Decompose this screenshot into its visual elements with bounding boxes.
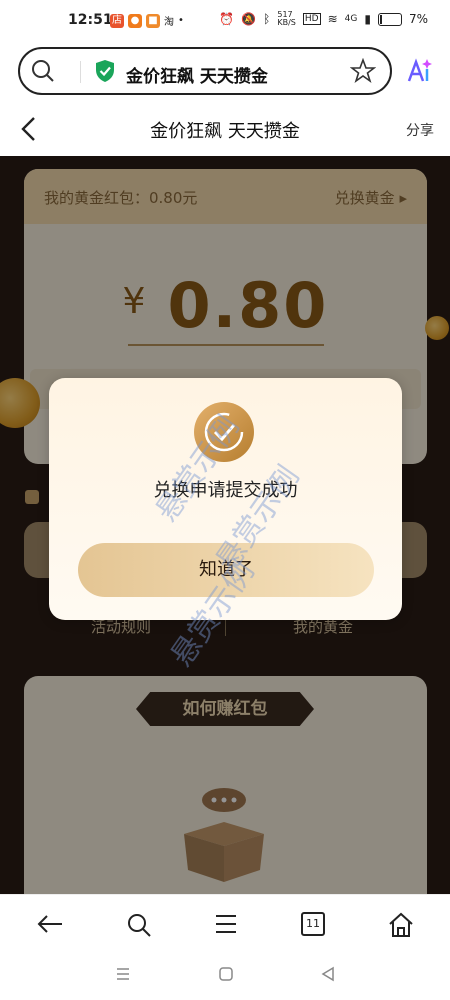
secure-shield-icon	[96, 60, 114, 82]
home-icon[interactable]	[387, 911, 415, 939]
status-app-icons: 店 ● ■ 淘 •	[110, 13, 184, 28]
recent-apps-icon[interactable]	[115, 966, 131, 982]
check-icon	[204, 412, 244, 452]
back-arrow-icon[interactable]	[36, 911, 64, 937]
url-text[interactable]: 金价狂飙 天天攒金	[126, 62, 268, 87]
status-time: 12:51	[68, 12, 113, 28]
mute-icon: 🔕	[241, 12, 257, 26]
page-header: 金价狂飙 天天攒金 分享	[0, 100, 450, 156]
ai-assistant-icon[interactable]	[406, 58, 432, 84]
net-speed: 517 KB/S	[277, 10, 296, 27]
hd-badge: HD	[302, 13, 321, 25]
address-bar[interactable]: 金价狂飙 天天攒金	[18, 47, 392, 95]
system-nav-bar	[0, 952, 450, 1000]
status-right: ⏰ 🔕 ᛒ 517 KB/S HD ≋ 4G ▮ 7%	[219, 11, 428, 27]
dot-icon: •	[178, 15, 184, 26]
wifi-icon: ≋	[327, 12, 338, 26]
app-icon-taobao: 淘	[164, 17, 174, 28]
signal-label: 4G	[344, 14, 358, 24]
battery-icon	[377, 12, 402, 26]
page-title: 金价狂飙 天天攒金	[150, 121, 300, 142]
bookmark-star-icon[interactable]	[350, 58, 376, 84]
tabs-button[interactable]: 11	[301, 912, 325, 936]
back-nav-icon[interactable]	[320, 966, 336, 982]
share-button[interactable]: 分享	[406, 120, 434, 140]
app-icon-1: 店	[110, 13, 124, 28]
search-icon[interactable]	[125, 911, 153, 939]
alarm-icon: ⏰	[219, 12, 235, 26]
tabs-count[interactable]: 11	[306, 917, 320, 930]
status-bar: 12:51 店 ● ■ 淘 • ⏰ 🔕 ᛒ 517 KB/S HD ≋ 4G ▮…	[0, 0, 450, 40]
menu-icon[interactable]	[213, 911, 239, 937]
success-message: 兑换申请提交成功	[153, 480, 298, 501]
battery-level: 7%	[408, 12, 428, 26]
app-icon-2: ●	[128, 13, 142, 28]
app-icon-3: ■	[146, 13, 160, 28]
confirm-button[interactable]: 知道了	[78, 543, 374, 597]
success-dialog: 兑换申请提交成功 知道了	[49, 378, 402, 620]
bluetooth-icon: ᛒ	[263, 12, 271, 26]
browser-toolbar: 11	[0, 894, 450, 953]
divider	[80, 61, 81, 83]
home-nav-icon[interactable]	[218, 966, 234, 982]
signal-icon: ▮	[364, 12, 371, 26]
search-icon[interactable]	[30, 58, 56, 84]
success-icon-bg	[194, 402, 254, 462]
